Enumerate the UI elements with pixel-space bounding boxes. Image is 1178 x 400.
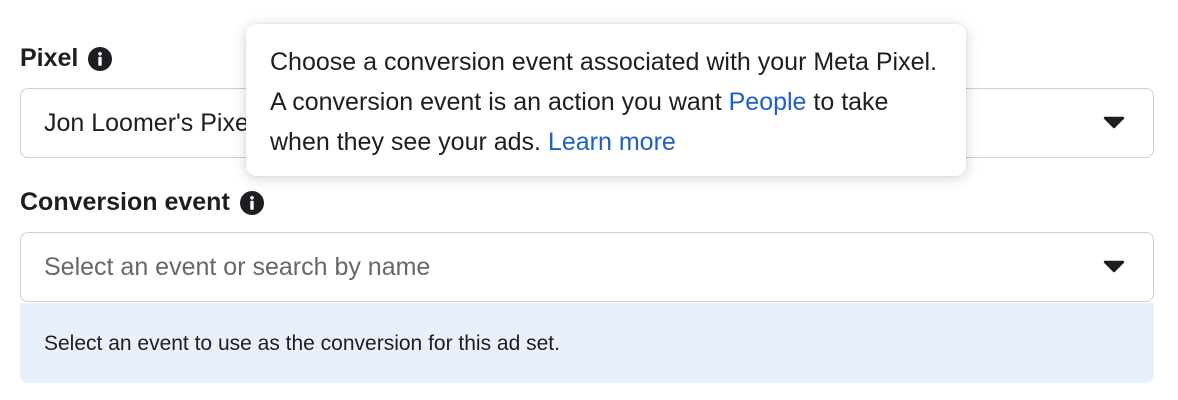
conversion-event-field-label: Conversion event [20,188,264,217]
learn-more-link[interactable]: Learn more [548,128,676,156]
pixel-field-label: Pixel [20,44,113,73]
conversion-event-placeholder: Select an event or search by name [44,252,431,281]
info-icon[interactable] [239,190,264,215]
people-link[interactable]: People [729,88,807,116]
conversion-event-hint: Select an event to use as the conversion… [20,303,1154,383]
info-tooltip: Choose a conversion event associated wit… [246,24,966,176]
pixel-selected-value: Jon Loomer's Pixel [44,108,255,137]
conversion-event-select[interactable]: Select an event or search by name [20,232,1154,302]
conversion-event-label-text: Conversion event [20,188,230,216]
conversion-event-hint-text: Select an event to use as the conversion… [44,332,560,355]
ad-set-conversion-panel: Pixel Jon Loomer's Pixel Conversion even… [0,0,1178,400]
caret-down-icon [1103,116,1125,129]
caret-down-icon [1103,260,1125,273]
info-icon[interactable] [88,46,113,71]
pixel-label-text: Pixel [20,44,79,72]
